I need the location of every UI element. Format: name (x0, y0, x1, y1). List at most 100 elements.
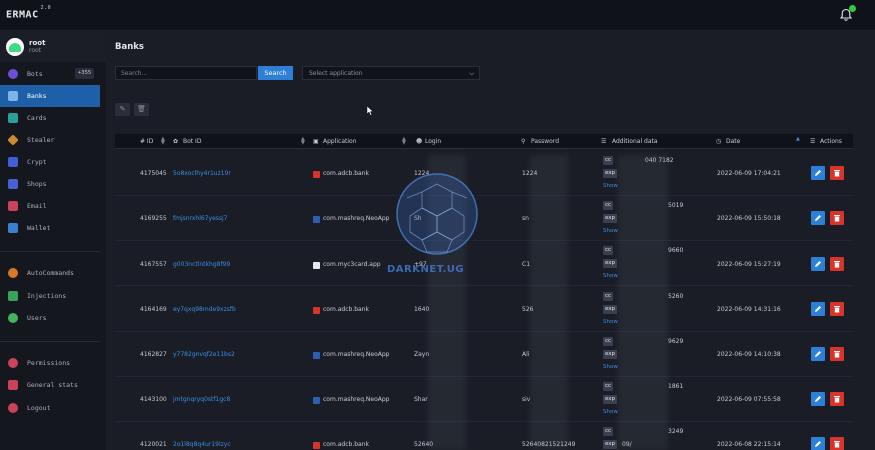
column-bot-id[interactable]: Bot ID (183, 138, 201, 145)
password-value: Ali (522, 351, 530, 358)
column-login[interactable]: Login (425, 138, 441, 145)
sidebar-item-autocommands[interactable]: AutoCommands (0, 262, 100, 284)
edit-button[interactable] (811, 347, 825, 361)
robot-icon (8, 69, 18, 79)
sidebar-item-logout[interactable]: Logout (0, 397, 100, 419)
column-date[interactable]: Date (726, 138, 740, 145)
bulk-delete-button[interactable]: 🗑 (134, 103, 149, 116)
sidebar-item-email[interactable]: Email (0, 195, 100, 217)
user-name: root (29, 39, 46, 47)
sort-icon[interactable]: ▲ ▼ (402, 137, 406, 146)
column-password[interactable]: Password (531, 138, 559, 145)
sort-asc-icon[interactable]: ▲ (796, 137, 800, 142)
clock-icon: ◷ (716, 138, 722, 145)
sidebar: root root Bots +355 Banks Cards Stealer … (0, 30, 106, 450)
edit-button[interactable] (811, 302, 825, 316)
bot-id-link[interactable]: y7782gnvqf2e11bs2 (173, 351, 235, 358)
column-additional-data[interactable]: Additional data (612, 138, 658, 145)
show-more-link[interactable]: Show (603, 273, 618, 279)
search-button[interactable]: Search (258, 66, 293, 80)
bot-id-link[interactable]: fmjsnrxhl67yessj7 (173, 215, 228, 222)
pencil-icon (815, 351, 821, 357)
search-input[interactable] (115, 66, 257, 80)
show-more-link[interactable]: Show (603, 364, 618, 370)
delete-button[interactable] (830, 257, 844, 271)
login-value: Zayn (414, 351, 430, 358)
chevron-down-icon: ⌵ (469, 70, 474, 77)
row-id: 4169255 (140, 215, 167, 222)
sidebar-item-crypt[interactable]: Crypt (0, 151, 100, 173)
bot-id-link[interactable]: 5o8xoclhy4r1uz19r (173, 170, 231, 177)
sidebar-item-injections[interactable]: Injections (0, 285, 100, 307)
crypt-icon (8, 157, 18, 167)
top-bar: ERMAC2.0 (0, 0, 875, 30)
bot-id-link[interactable]: ey7qxq98mde9xzsfb (173, 306, 236, 313)
table-row[interactable]: 4143100 jmtgnqryq0stf1gc8 com.mashreq.Ne… (115, 377, 853, 422)
sidebar-item-stealer[interactable]: Stealer (0, 129, 100, 151)
app-icon (313, 307, 320, 314)
cc-number: 9629 (668, 338, 684, 345)
table-row[interactable]: 4164169 ey7qxq98mde9xzsfb com.adcb.bank … (115, 287, 853, 332)
redaction-blur (530, 155, 568, 450)
row-id: 4164169 (140, 306, 167, 313)
sidebar-item-permissions[interactable]: Permissions (0, 352, 100, 374)
table-row[interactable]: 4162827 y7782gnvqf2e11bs2 com.mashreq.Ne… (115, 332, 853, 377)
sidebar-item-shops[interactable]: Shops (0, 173, 100, 195)
logout-icon (8, 403, 18, 413)
sidebar-item-banks[interactable]: Banks (0, 85, 100, 107)
delete-button[interactable] (830, 211, 844, 225)
sidebar-item-users[interactable]: Users (0, 307, 100, 329)
show-more-link[interactable]: Show (603, 228, 618, 234)
column-application[interactable]: Application (323, 138, 357, 145)
trash-icon (834, 215, 840, 222)
sidebar-item-cards[interactable]: Cards (0, 107, 100, 129)
pencil-icon (815, 215, 821, 221)
row-id: 4120021 (140, 441, 167, 448)
app-icon (313, 442, 320, 449)
app-brand[interactable]: ERMAC2.0 (6, 5, 51, 20)
column-id[interactable]: # ID (140, 138, 153, 145)
edit-button[interactable] (811, 257, 825, 271)
shop-icon (8, 179, 18, 189)
bulk-edit-button[interactable]: ✎ (115, 103, 130, 116)
show-more-link[interactable]: Show (603, 183, 618, 189)
table-row[interactable]: 4120021 2o1l8q8q4ur19lzyc com.adcb.bank … (115, 422, 853, 450)
user-panel[interactable]: root root (0, 30, 106, 62)
pencil-icon (815, 261, 821, 267)
delete-button[interactable] (830, 302, 844, 316)
delete-button[interactable] (830, 392, 844, 406)
edit-button[interactable] (811, 166, 825, 180)
cc-number: 3249 (668, 428, 684, 435)
sidebar-item-bots[interactable]: Bots +355 (0, 63, 100, 85)
row-date: 2022-06-09 17:04:21 (717, 170, 781, 177)
application-select[interactable]: Select application ⌵ (302, 66, 480, 80)
edit-button[interactable] (811, 392, 825, 406)
application-name: com.adcb.bank (323, 441, 369, 448)
delete-button[interactable] (830, 166, 844, 180)
cc-tag: cc (603, 201, 614, 210)
sidebar-item-general-stats[interactable]: General stats (0, 374, 100, 396)
sort-icon[interactable]: ▲ ▼ (161, 137, 165, 146)
row-id: 4143100 (140, 396, 167, 403)
redaction-blur (618, 155, 668, 450)
sidebar-item-wallet[interactable]: Wallet (0, 217, 100, 239)
bot-id-link[interactable]: jmtgnqryq0stf1gc8 (173, 396, 230, 403)
sort-icon[interactable]: ▲ ▼ (301, 137, 305, 146)
mouse-cursor-icon (367, 106, 374, 116)
delete-button[interactable] (830, 437, 844, 450)
show-more-link[interactable]: Show (603, 319, 618, 325)
app-version: 2.0 (40, 5, 52, 11)
trash-icon (834, 441, 840, 448)
watermark-text: DARKNET.UG (387, 264, 465, 275)
exp-tag: exp (603, 259, 618, 268)
edit-button[interactable] (811, 211, 825, 225)
column-actions: Actions (820, 138, 842, 145)
trash-icon (834, 396, 840, 403)
show-more-link[interactable]: Show (603, 409, 618, 415)
bot-id-link[interactable]: g003nctlntkhg8f99 (173, 261, 230, 268)
delete-button[interactable] (830, 347, 844, 361)
cc-tag: cc (603, 337, 614, 346)
bot-id-link[interactable]: 2o1l8q8q4ur19lzyc (173, 441, 231, 448)
cc-number: 5019 (668, 202, 684, 209)
edit-button[interactable] (811, 437, 825, 450)
